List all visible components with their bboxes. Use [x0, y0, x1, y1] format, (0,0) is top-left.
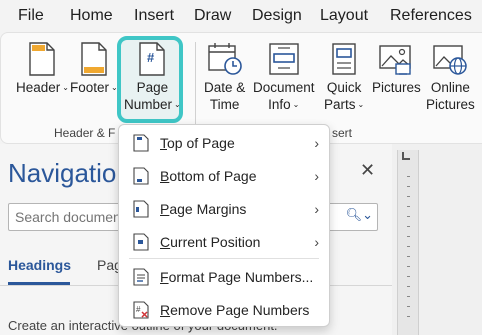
menu-item-format-page-numbers[interactable]: Format Page Numbers... [119, 261, 329, 293]
tab-selector-icon[interactable] [402, 152, 410, 160]
menu-item-remove-page-numbers[interactable]: # Remove Page Numbers [119, 294, 329, 326]
search-icon[interactable]: 🔍︎⌄ [346, 207, 373, 223]
document-info-icon [266, 40, 302, 76]
ruler-tick [407, 216, 410, 217]
menu-item-bottom-of-page[interactable]: Bottom of Page › [119, 160, 329, 192]
group-label-insert: sert [332, 126, 353, 140]
menu-item-label: urrent Position [170, 234, 261, 250]
header-label: Header [16, 80, 61, 95]
accelerator-key: F [160, 269, 169, 285]
menu-item-label: age Margins [169, 201, 247, 217]
menu-item-page-margins[interactable]: Page Margins › [119, 193, 329, 225]
ruler-tick [407, 236, 410, 237]
chevron-down-icon: ⌄ [357, 100, 365, 109]
page-number-label-line2: Number [124, 97, 173, 112]
ruler-tick [407, 196, 410, 197]
date-time-label-line1: Date & [204, 80, 246, 95]
ruler-tick [407, 266, 410, 267]
pictures-button[interactable]: Pictures [372, 40, 421, 96]
menu-item-label: emove Page Numbers [170, 302, 310, 318]
page-margins-icon [133, 200, 149, 218]
ruler-tick [407, 286, 410, 287]
svg-text:#: # [147, 50, 155, 65]
footer-icon [76, 40, 112, 76]
ruler-tick [407, 226, 410, 227]
menu-item-top-of-page[interactable]: Top of Page › [119, 127, 329, 159]
quick-parts-label-line1: Quick [326, 80, 362, 95]
date-time-label-line2: Time [209, 97, 240, 112]
footer-button[interactable]: Footer ⌄ [70, 40, 118, 96]
online-pictures-button[interactable]: Online Pictures [426, 40, 475, 113]
header-button[interactable]: Header ⌄ [16, 40, 69, 96]
accelerator-key: C [160, 234, 171, 250]
page-number-dropdown: Top of Page › Bottom of Page › Page Marg… [118, 124, 330, 327]
remove-page-numbers-icon: # [133, 301, 149, 319]
close-icon[interactable]: ✕ [360, 160, 375, 181]
menu-item-label: ormat Page Numbers... [168, 269, 314, 285]
format-page-numbers-icon [133, 268, 149, 286]
online-pictures-label-line2: Pictures [426, 97, 475, 112]
date-time-button[interactable]: Date & Time [204, 40, 245, 113]
document-info-button[interactable]: Document Info ⌄ [253, 40, 315, 113]
ruler-tick [407, 256, 410, 257]
ruler-tick [407, 246, 410, 247]
tab-home[interactable]: Home [70, 7, 113, 25]
menu-item-label: op of Page [167, 135, 235, 151]
page-bottom-icon [133, 167, 149, 185]
ruler-tick [407, 306, 410, 307]
document-info-label-line2: Info [268, 97, 291, 112]
ruler-tick [407, 296, 410, 297]
tab-insert[interactable]: Insert [134, 7, 174, 25]
footer-label: Footer [70, 80, 110, 95]
chevron-down-icon: ⌄ [174, 100, 181, 109]
group-label-header-footer: Header & F [54, 126, 116, 140]
ruler-tick [407, 176, 410, 177]
menu-separator [129, 258, 319, 259]
group-divider [195, 42, 196, 126]
quick-parts-button[interactable]: Quick Parts ⌄ [324, 40, 364, 113]
document-info-label-line1: Document [253, 80, 315, 95]
ruler-tick [407, 186, 410, 187]
tab-layout[interactable]: Layout [320, 7, 368, 25]
quick-parts-label-line2: Parts [324, 97, 356, 112]
tab-design[interactable]: Design [252, 7, 302, 25]
menu-bar: File Home Insert Draw Design Layout Refe… [0, 0, 482, 32]
online-pictures-icon [432, 40, 468, 76]
chevron-down-icon: ⌄ [62, 83, 69, 92]
pictures-icon [378, 40, 414, 76]
page-number-icon: # [134, 40, 170, 76]
tab-references[interactable]: References [390, 7, 472, 25]
chevron-down-icon: ⌄ [292, 100, 300, 109]
accelerator-key: B [160, 168, 170, 184]
svg-text:#: # [136, 305, 141, 314]
page-number-label-line1: Page [136, 80, 169, 95]
tab-draw[interactable]: Draw [194, 7, 231, 25]
current-position-icon [133, 233, 149, 251]
page-top-icon [133, 134, 149, 152]
accelerator-key: R [160, 302, 171, 318]
menu-item-current-position[interactable]: Current Position › [119, 226, 329, 258]
tab-headings[interactable]: Headings [8, 257, 71, 273]
chevron-right-icon: › [314, 168, 319, 184]
accelerator-key: T [160, 135, 167, 151]
menu-item-label: ottom of Page [169, 168, 257, 184]
vertical-ruler [397, 150, 419, 335]
page-number-button[interactable]: # Page Number ⌄ [124, 40, 181, 113]
navigation-title: Navigatio [8, 158, 117, 188]
pictures-label: Pictures [372, 80, 421, 95]
ruler-tick [407, 206, 410, 207]
tab-file[interactable]: File [18, 7, 44, 25]
chevron-down-icon: ⌄ [111, 83, 118, 92]
chevron-right-icon: › [314, 234, 319, 250]
chevron-right-icon: › [314, 201, 319, 217]
header-icon [24, 40, 60, 76]
chevron-right-icon: › [314, 135, 319, 151]
ruler-tick [407, 276, 410, 277]
quick-parts-icon [326, 40, 362, 76]
online-pictures-label-line1: Online [430, 80, 470, 95]
calendar-clock-icon [207, 40, 243, 76]
ruler-tick [407, 316, 410, 317]
accelerator-key: P [160, 201, 170, 217]
